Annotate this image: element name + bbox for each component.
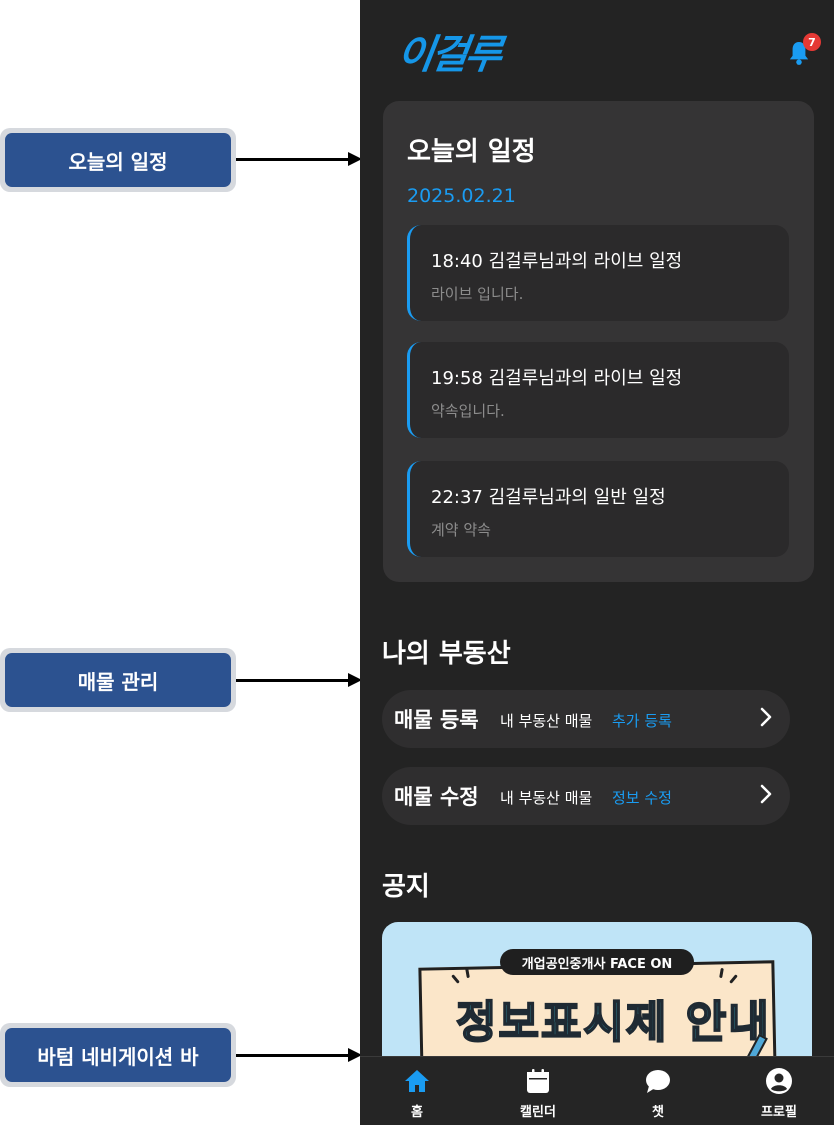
event-subtitle: 계약 약속 bbox=[431, 521, 491, 539]
nav-item-profile[interactable]: 프로필 bbox=[729, 1057, 829, 1125]
schedule-event[interactable]: 22:37 김걸루님과의 일반 일정 계약 약속 bbox=[407, 461, 789, 557]
banner-tag: 개업공인중개사 FACE ON bbox=[500, 949, 694, 975]
event-title: 22:37 김걸루님과의 일반 일정 bbox=[431, 487, 666, 508]
schedule-title: 오늘의 일정 bbox=[407, 137, 536, 167]
today-schedule-card: 오늘의 일정 2025.02.21 18:40 김걸루님과의 라이브 일정 라이… bbox=[383, 101, 814, 582]
nav-label: 챗 bbox=[652, 1105, 664, 1120]
home-icon bbox=[405, 1070, 429, 1092]
menu-label: 매물 등록 bbox=[394, 708, 479, 732]
banner-headline: 정보표시제 안내 bbox=[455, 996, 771, 1049]
callout-schedule-label: 오늘의 일정 bbox=[5, 133, 231, 187]
property-register-button[interactable]: 매물 등록 내 부동산 매물 추가 등록 bbox=[382, 690, 790, 748]
bottom-navigation-bar: 홈 캘린더 챗 프로필 bbox=[360, 1056, 834, 1125]
phone-screen: 이걸루 7 오늘의 일정 2025.02.21 18:40 김걸루님과의 라이브… bbox=[360, 0, 834, 1125]
nav-label: 캘린더 bbox=[520, 1105, 556, 1120]
menu-accent: 정보 수정 bbox=[612, 789, 672, 807]
chevron-right-icon bbox=[760, 707, 772, 727]
callout-property-label: 매물 관리 bbox=[5, 653, 231, 707]
nav-label: 프로필 bbox=[761, 1105, 797, 1120]
event-title: 18:40 김걸루님과의 라이브 일정 bbox=[431, 251, 683, 272]
schedule-date: 2025.02.21 bbox=[407, 185, 516, 207]
chevron-right-icon bbox=[760, 784, 772, 804]
menu-description: 내 부동산 매물 bbox=[500, 712, 593, 730]
property-section-title: 나의 부동산 bbox=[382, 639, 511, 669]
nav-item-chat[interactable]: 챗 bbox=[608, 1057, 708, 1125]
callout-bottom-nav-arrow bbox=[236, 1048, 362, 1062]
property-edit-button[interactable]: 매물 수정 내 부동산 매물 정보 수정 bbox=[382, 767, 790, 825]
callout-property-arrow bbox=[236, 673, 362, 687]
callout-schedule: 오늘의 일정 bbox=[0, 128, 236, 192]
notice-section-title: 공지 bbox=[382, 872, 430, 902]
event-title: 19:58 김걸루님과의 라이브 일정 bbox=[431, 368, 683, 389]
menu-label: 매물 수정 bbox=[394, 785, 479, 809]
chat-icon bbox=[646, 1070, 670, 1093]
nav-item-home[interactable]: 홈 bbox=[367, 1057, 467, 1125]
menu-description: 내 부동산 매물 bbox=[500, 789, 593, 807]
notification-badge: 7 bbox=[803, 33, 821, 51]
callout-bottom-nav: 바텀 네비게이션 바 bbox=[0, 1023, 236, 1087]
callout-property: 매물 관리 bbox=[0, 648, 236, 712]
nav-item-calendar[interactable]: 캘린더 bbox=[488, 1057, 588, 1125]
callout-schedule-arrow bbox=[236, 152, 362, 166]
event-subtitle: 라이브 입니다. bbox=[431, 285, 524, 303]
callout-bottom-nav-label: 바텀 네비게이션 바 bbox=[5, 1028, 231, 1082]
schedule-event[interactable]: 19:58 김걸루님과의 라이브 일정 약속입니다. bbox=[407, 342, 789, 438]
nav-label: 홈 bbox=[411, 1105, 423, 1120]
profile-icon bbox=[766, 1068, 792, 1094]
menu-accent: 추가 등록 bbox=[612, 712, 672, 730]
schedule-event[interactable]: 18:40 김걸루님과의 라이브 일정 라이브 입니다. bbox=[407, 225, 789, 321]
calendar-icon bbox=[527, 1069, 549, 1093]
event-subtitle: 약속입니다. bbox=[431, 402, 505, 420]
app-logo[interactable]: 이걸루 bbox=[394, 22, 504, 80]
